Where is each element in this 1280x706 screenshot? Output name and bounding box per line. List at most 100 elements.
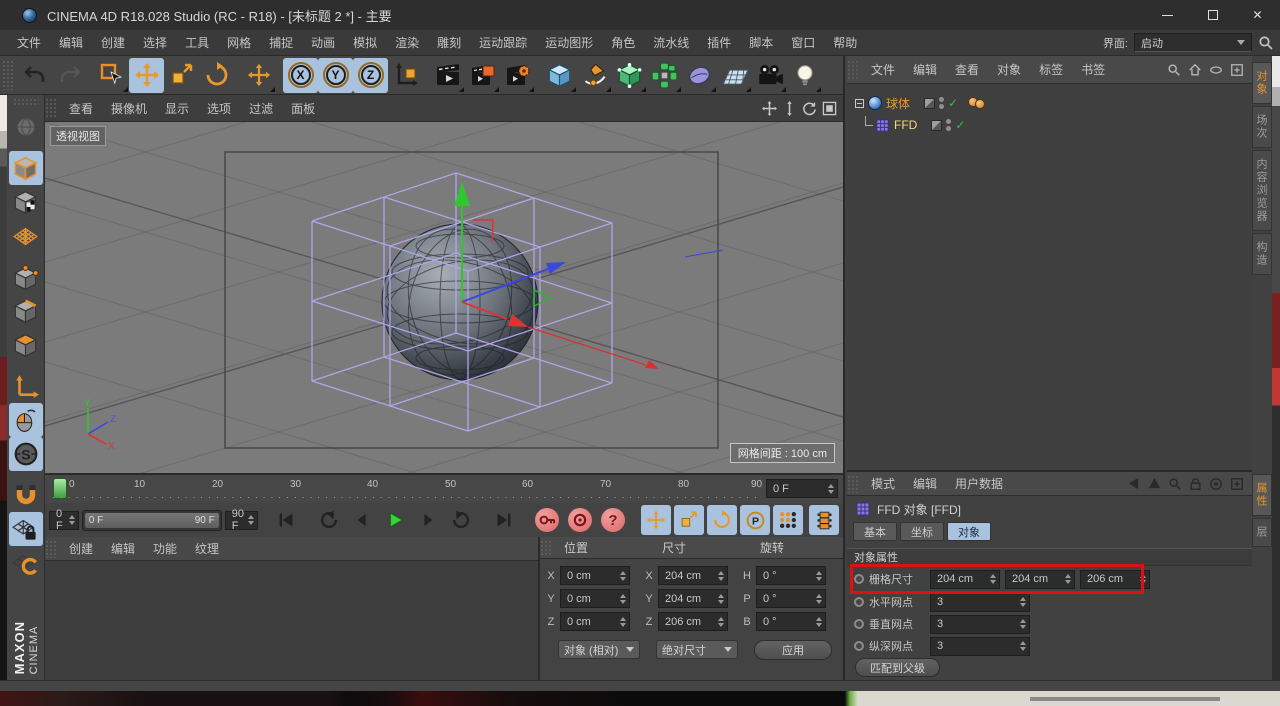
last-used-tool[interactable] — [241, 58, 276, 93]
move-tool[interactable] — [129, 57, 164, 93]
menu-motion-tracker[interactable]: 运动跟踪 — [470, 34, 536, 51]
undo-button[interactable] — [17, 58, 52, 93]
grid-size-z-field[interactable]: 206 cm — [1080, 569, 1150, 589]
object-name[interactable]: FFD — [894, 118, 917, 132]
tab-basic[interactable]: 基本 — [853, 522, 897, 541]
key-parameter-button[interactable]: P — [740, 505, 770, 535]
menu-simulate[interactable]: 模拟 — [344, 34, 386, 51]
keyframe-radio-icon[interactable] — [854, 574, 864, 584]
om-menu-tags[interactable]: 标签 — [1030, 61, 1072, 78]
vp-menu-cameras[interactable]: 摄像机 — [102, 100, 156, 117]
add-deformer-button[interactable] — [682, 58, 717, 93]
am-lock-icon[interactable] — [1189, 477, 1202, 491]
render-settings-button[interactable] — [500, 58, 535, 93]
points-mode-button[interactable] — [9, 260, 43, 294]
vertical-points-field[interactable]: 3 — [930, 614, 1030, 634]
palette-grip[interactable] — [12, 98, 39, 107]
grid-size-x-field[interactable]: 204 cm — [930, 569, 1000, 589]
menu-render[interactable]: 渲染 — [386, 34, 428, 51]
side-tab-takes[interactable]: 场次 — [1252, 106, 1272, 148]
material-list-empty[interactable] — [45, 561, 538, 680]
interface-dropdown[interactable]: 启动 — [1134, 33, 1252, 52]
redo-button[interactable] — [52, 58, 87, 93]
menu-mograph[interactable]: 运动图形 — [536, 34, 602, 51]
vp-menu-filter[interactable]: 过滤 — [240, 100, 282, 117]
play-button[interactable] — [380, 505, 410, 535]
side-tab-content-browser[interactable]: 内容浏览器 — [1252, 150, 1272, 231]
am-forward-icon[interactable] — [1148, 477, 1161, 490]
mat-menu-create[interactable]: 创建 — [60, 540, 102, 557]
rotation-b-field[interactable]: 0 ° — [756, 612, 826, 631]
object-row-sphere[interactable]: 球体 ✓ — [855, 92, 988, 114]
am-target-icon[interactable] — [1209, 477, 1223, 491]
add-camera-button[interactable] — [752, 58, 787, 93]
grid-size-y-field[interactable]: 204 cm — [1005, 569, 1075, 589]
viewport-pan-icon[interactable] — [762, 100, 777, 116]
minimize-button[interactable] — [1145, 0, 1190, 30]
menu-mesh[interactable]: 网格 — [218, 34, 260, 51]
edges-mode-button[interactable] — [9, 294, 43, 328]
om-menu-bookmarks[interactable]: 书签 — [1072, 61, 1114, 78]
am-menu-mode[interactable]: 模式 — [862, 475, 904, 492]
timeline-ruler[interactable]: 0 10 20 30 40 50 60 70 80 90 0 F — [45, 473, 843, 503]
om-grip[interactable] — [847, 59, 858, 80]
viewport-menu-grip[interactable] — [45, 98, 56, 118]
enable-axis-button[interactable] — [9, 369, 43, 403]
model-mode-button[interactable] — [8, 151, 43, 185]
menu-animate[interactable]: 动画 — [302, 34, 344, 51]
om-menu-view[interactable]: 查看 — [946, 61, 988, 78]
enabled-check-icon[interactable]: ✓ — [955, 118, 965, 132]
viewport-solo-button[interactable] — [8, 403, 43, 437]
am-search-icon[interactable] — [1168, 477, 1182, 491]
rotate-tool[interactable] — [199, 58, 234, 93]
next-key-button[interactable] — [446, 505, 476, 535]
menu-select[interactable]: 选择 — [134, 34, 176, 51]
coordinate-grip[interactable] — [540, 539, 551, 556]
add-environment-button[interactable] — [717, 58, 752, 93]
record-keyframe-button[interactable] — [532, 505, 562, 535]
tab-coordinates[interactable]: 坐标 — [900, 522, 944, 541]
key-scale-button[interactable] — [674, 505, 704, 535]
search-icon[interactable] — [1258, 35, 1274, 51]
om-home-icon[interactable] — [1188, 63, 1202, 77]
side-tab-attributes[interactable]: 属性 — [1252, 474, 1272, 516]
position-x-field[interactable]: 0 cm — [560, 566, 630, 585]
menu-window[interactable]: 窗口 — [782, 34, 824, 51]
vp-menu-panel[interactable]: 面板 — [282, 100, 324, 117]
om-menu-file[interactable]: 文件 — [862, 61, 904, 78]
mat-menu-texture[interactable]: 纹理 — [186, 540, 228, 557]
make-editable-button[interactable] — [9, 110, 43, 144]
apply-button[interactable]: 应用 — [754, 640, 832, 660]
am-newwindow-icon[interactable] — [1230, 477, 1244, 491]
previous-frame-button[interactable] — [347, 505, 377, 535]
object-name[interactable]: 球体 — [886, 95, 910, 112]
coordinate-system-button[interactable] — [388, 58, 423, 93]
layer-toggle-icon[interactable] — [931, 119, 943, 131]
menu-help[interactable]: 帮助 — [824, 34, 866, 51]
render-to-picture-viewer-button[interactable] — [465, 58, 500, 93]
workplane-lock-button[interactable] — [8, 512, 43, 546]
layer-toggle-icon[interactable] — [924, 97, 936, 109]
size-z-field[interactable]: 206 cm — [658, 612, 728, 631]
menu-sculpt[interactable]: 雕刻 — [428, 34, 470, 51]
keyframe-radio-icon[interactable] — [854, 641, 864, 651]
autokey-button[interactable] — [565, 505, 595, 535]
frame-range-slider[interactable]: 0 F 90 F — [81, 509, 222, 531]
keyframe-radio-icon[interactable] — [854, 597, 864, 607]
keyframe-radio-icon[interactable] — [854, 619, 864, 629]
mat-menu-function[interactable]: 功能 — [144, 540, 186, 557]
workplane-snap-button[interactable] — [9, 546, 43, 580]
lock-z-axis-button[interactable]: Z — [353, 57, 388, 93]
om-expand-icon[interactable] — [1230, 63, 1244, 77]
vp-menu-options[interactable]: 选项 — [198, 100, 240, 117]
material-menu-grip[interactable] — [45, 539, 56, 558]
visibility-dots-icon[interactable] — [939, 97, 945, 109]
vp-menu-view[interactable]: 查看 — [60, 100, 102, 117]
side-tab-layers[interactable]: 层 — [1252, 518, 1272, 547]
visibility-dots-icon[interactable] — [946, 119, 952, 131]
key-position-button[interactable] — [641, 505, 671, 535]
goto-start-button[interactable] — [271, 505, 301, 535]
size-mode-dropdown[interactable]: 绝对尺寸 — [656, 640, 738, 659]
goto-end-button[interactable] — [489, 505, 519, 535]
om-menu-objects[interactable]: 对象 — [988, 61, 1030, 78]
